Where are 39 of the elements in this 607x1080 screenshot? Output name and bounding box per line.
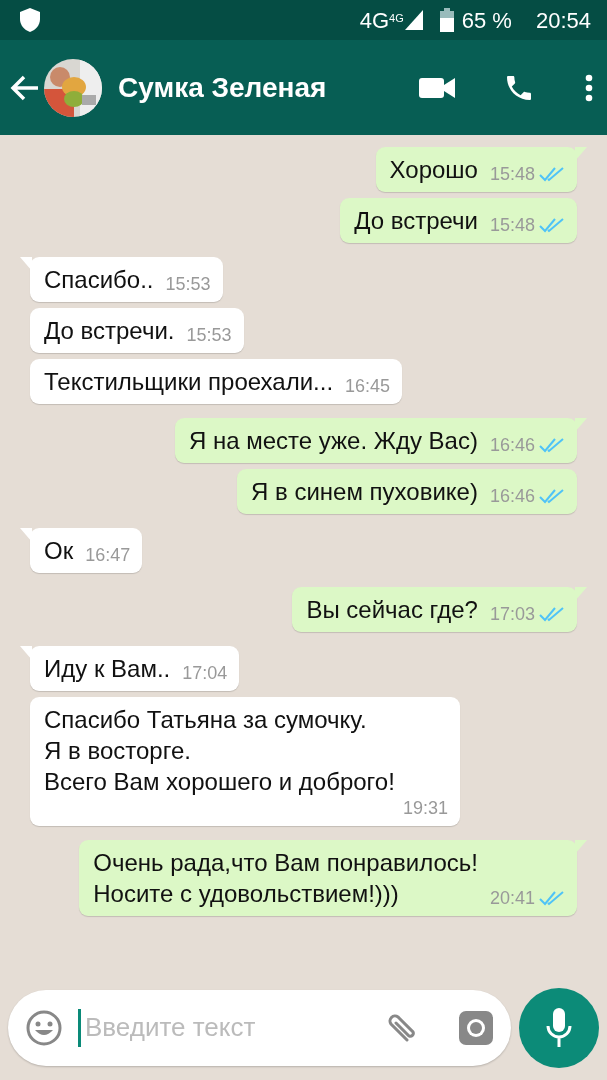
message-text: Ок [44,536,74,566]
message-time: 19:31 [402,797,448,819]
network-label: 4G [389,10,404,24]
message-text: Очень рада,что Вам понравилось! Носите с удовольствием!))) [93,848,478,909]
message-text: До встречи [354,206,478,236]
message-text: Спасибо Татьяна за сумочку. Я в восторге. Всего Вам хорошего и доброго! [44,705,395,797]
message-text: Иду к Вам.. [44,654,171,684]
message-time: 17:03 [489,603,535,625]
network-label: 4G [359,6,390,35]
contact-name[interactable]: Сумка Зеленая [118,66,327,109]
message-time: 16:47 [85,544,131,566]
message-time: 16:46 [489,434,535,456]
message-text: Вы сейчас где? [306,595,478,625]
message-text: Текстильщики проехали... [44,367,334,397]
message-time: 16:46 [489,485,535,507]
message-time: 17:04 [182,662,228,684]
message-text: Хорошо [389,155,478,185]
message-time: 15:48 [489,214,535,236]
battery-percent: 65 % [461,6,512,35]
message-time: 15:53 [186,324,232,346]
signal-icon [403,9,424,31]
microphone-icon [546,1007,572,1048]
more-options-icon[interactable] [585,73,593,102]
battery-icon [439,8,454,32]
message-text: Я в синем пуховике) [251,477,478,507]
emoji-icon[interactable] [26,1009,62,1046]
shield-icon [18,7,42,33]
message-time: 15:53 [165,273,211,295]
message-time: 15:48 [489,163,535,185]
message-text: Спасибо.. [44,265,154,295]
back-arrow-icon[interactable] [10,74,40,101]
message-time: 16:45 [345,375,391,397]
message-input-field[interactable]: Введите текст [8,989,511,1066]
message-time: 20:41 [489,887,535,909]
message-text: До встречи. [44,316,175,346]
camera-icon[interactable] [459,1010,493,1045]
clock: 20:54 [535,6,591,35]
message-text: Я на месте уже. Жду Вас) [188,426,478,456]
video-call-icon[interactable] [419,75,455,100]
